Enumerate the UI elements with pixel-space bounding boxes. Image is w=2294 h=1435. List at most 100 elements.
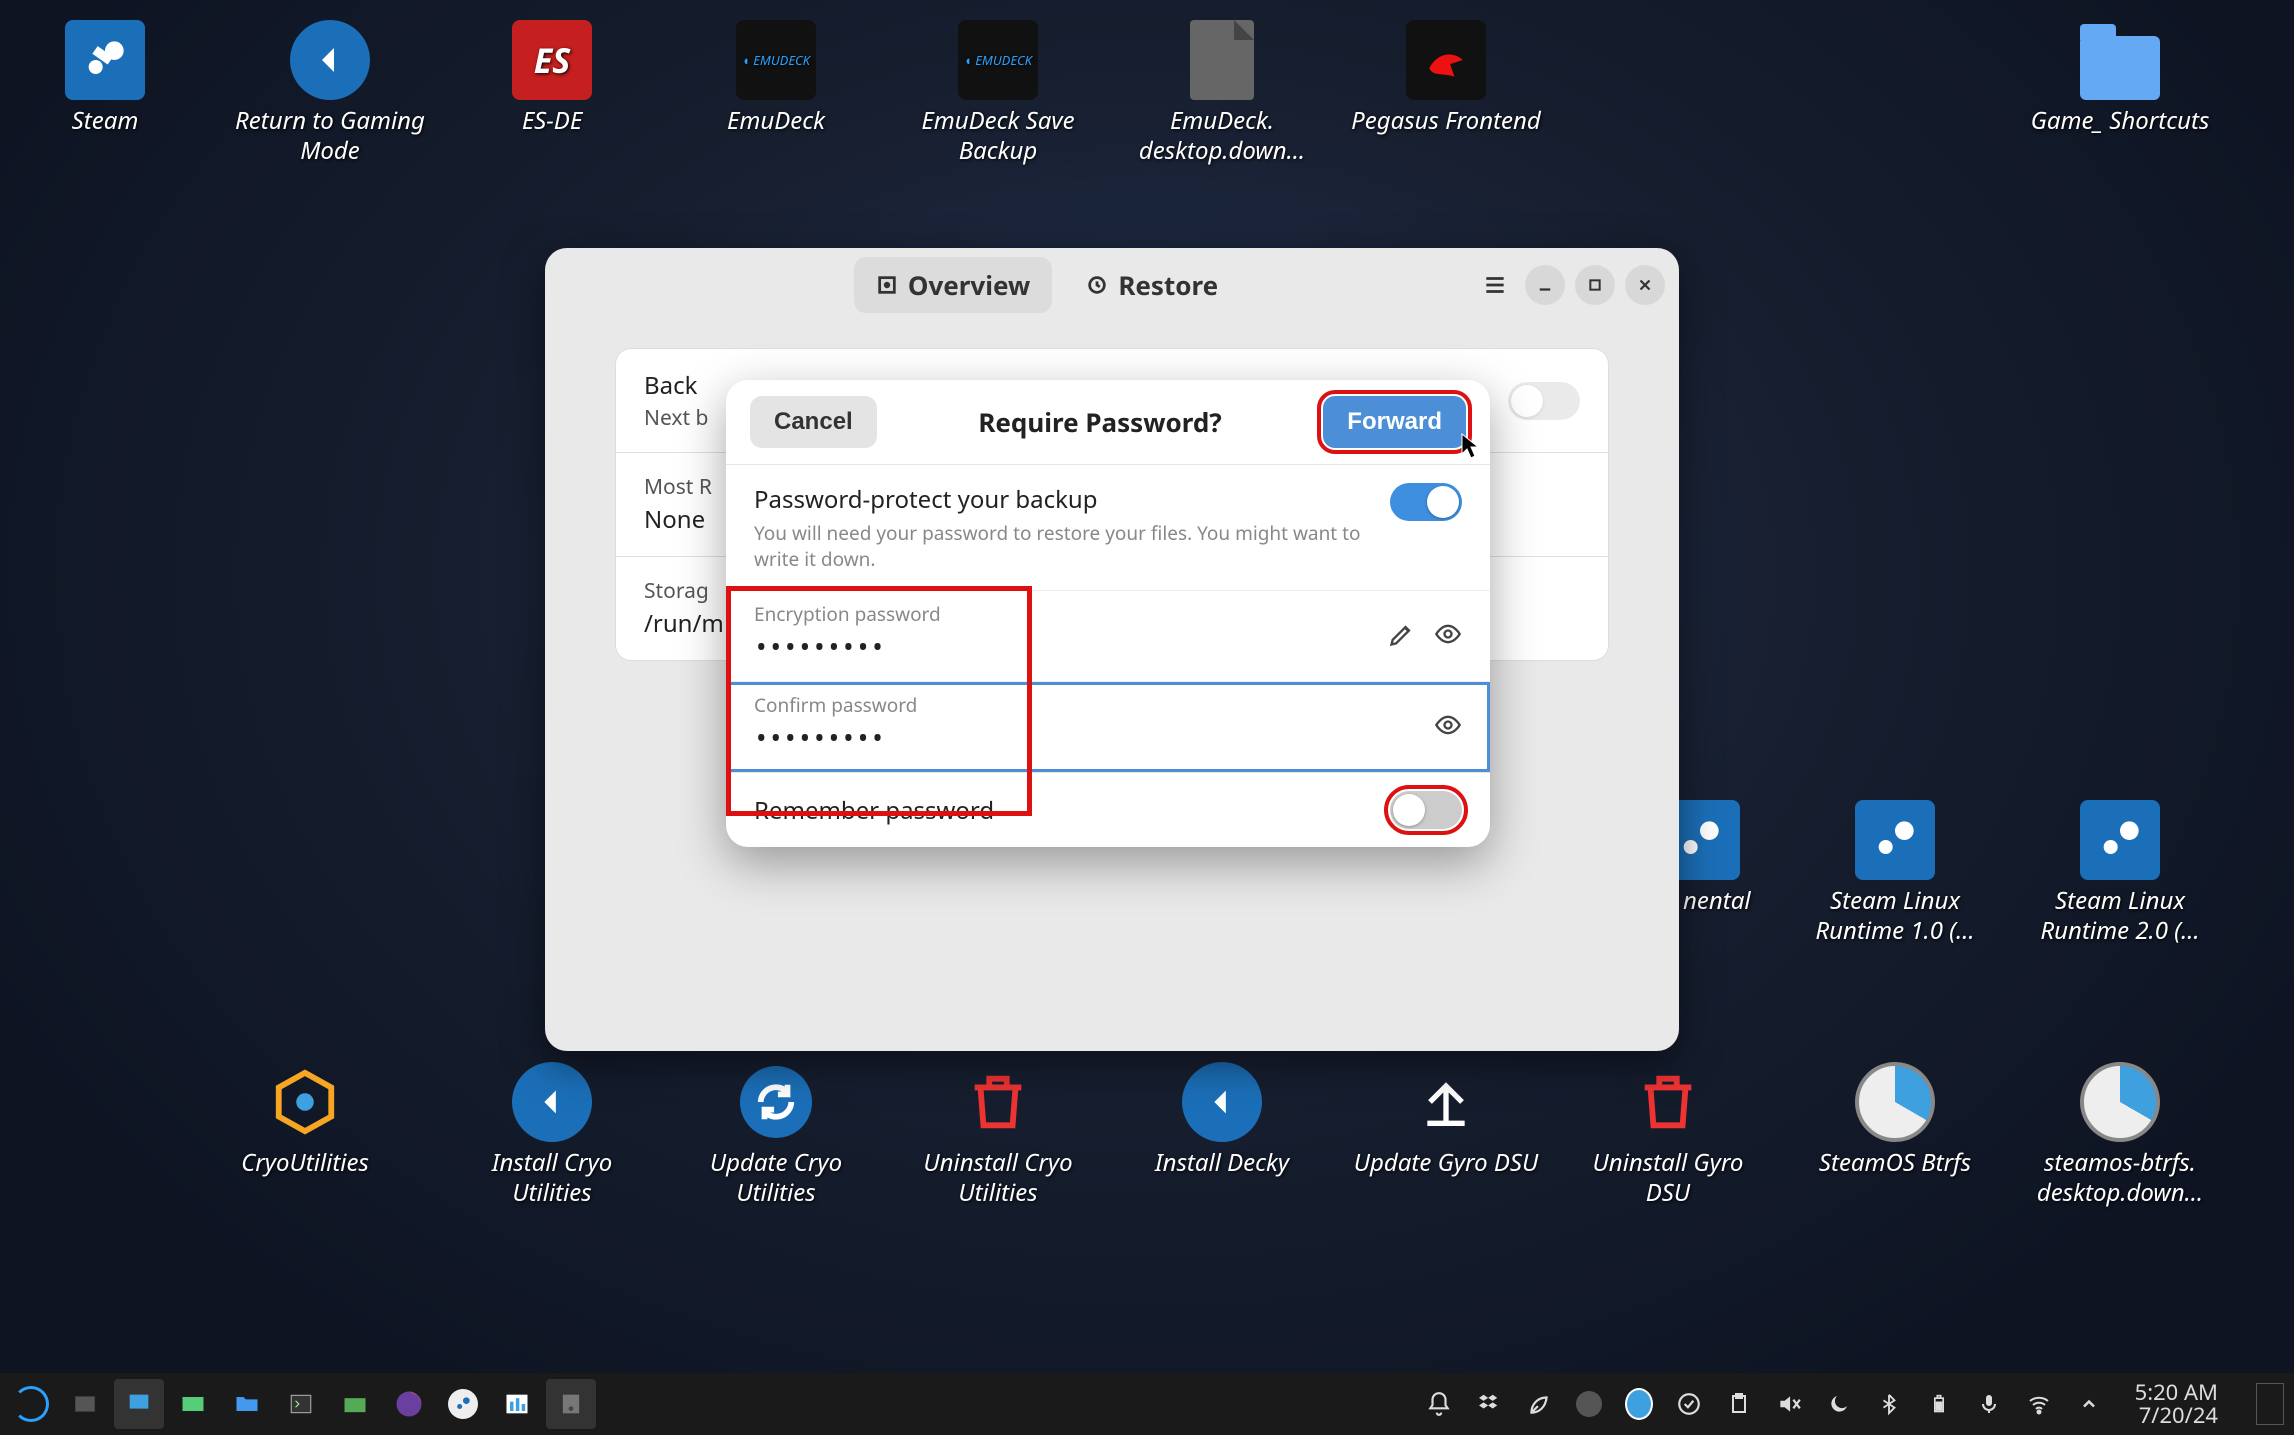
field-label: Encryption password (754, 601, 1370, 627)
desktop-icon-label: Steam Linux Runtime 1.0 (… (1795, 886, 1995, 946)
taskbar-app-backups[interactable] (546, 1379, 596, 1429)
minimize-button[interactable] (1525, 265, 1565, 305)
wifi-icon[interactable] (2025, 1390, 2053, 1418)
task-manager-icon[interactable] (60, 1379, 110, 1429)
document-icon (1182, 20, 1262, 100)
close-button[interactable] (1625, 265, 1665, 305)
app-launcher-button[interactable] (6, 1379, 56, 1429)
desktop-icon-update-gyro[interactable]: Update Gyro DSU (1346, 1062, 1546, 1178)
desktop-icon-steam-rt1[interactable]: Steam Linux Runtime 1.0 (… (1795, 800, 1995, 946)
titlebar: Overview Restore (545, 248, 1679, 322)
desktop-icon-label: CryoUtilities (241, 1148, 369, 1178)
desktop-icon-emudeck-download[interactable]: EmuDeck. desktop.down… (1122, 20, 1322, 166)
field-encryption-password[interactable]: Encryption password (726, 590, 1490, 681)
desktop-icon-emudeck[interactable]: ◖ EMUDECK EmuDeck (676, 20, 876, 136)
password-protect-toggle[interactable] (1390, 483, 1462, 521)
taskbar-app-partition[interactable] (168, 1379, 218, 1429)
backup-auto-toggle[interactable] (1508, 382, 1580, 420)
desktop-icon-pegasus[interactable]: Pegasus Frontend (1346, 20, 1546, 136)
tab-label: Restore (1118, 267, 1218, 303)
show-desktop-button[interactable] (2256, 1383, 2284, 1425)
steam-icon (65, 20, 145, 100)
clock[interactable]: 5:20 AM 7/20/24 (2125, 1381, 2228, 1427)
forward-button[interactable]: Forward (1323, 396, 1466, 448)
encryption-password-input[interactable] (754, 627, 1374, 667)
eye-icon[interactable] (1434, 620, 1462, 648)
desktop-icon-uninstall-gyro[interactable]: Uninstall Gyro DSU (1568, 1062, 1768, 1208)
row-value: /run/m (644, 607, 724, 640)
volume-muted-icon[interactable] (1775, 1390, 1803, 1418)
desktop-icon-steam[interactable]: Steam (5, 20, 205, 136)
maximize-button[interactable] (1575, 265, 1615, 305)
desktop-icon-label: Game_ Shortcuts (2031, 106, 2210, 136)
desktop-icon-game-shortcuts[interactable]: Game_ Shortcuts (2020, 20, 2220, 136)
taskbar-app-settings[interactable] (330, 1379, 380, 1429)
taskbar-app-steam[interactable] (438, 1379, 488, 1429)
battery-icon[interactable] (1925, 1390, 1953, 1418)
desktop-icon-esde[interactable]: ES ES-DE (452, 20, 652, 136)
return-icon (290, 20, 370, 100)
remember-password-toggle[interactable] (1390, 791, 1462, 829)
desktop-icon-steam-rt2[interactable]: Steam Linux Runtime 2.0 (… (2020, 800, 2220, 946)
microphone-icon[interactable] (1975, 1390, 2003, 1418)
taskbar: 5:20 AM 7/20/24 (0, 1373, 2294, 1435)
chevron-up-icon[interactable] (2075, 1390, 2103, 1418)
desktop-icon-label: EmuDeck (727, 106, 825, 136)
emudeck-icon: ◖ EMUDECK (736, 20, 816, 100)
desktop-icon-label: EmuDeck. desktop.down… (1122, 106, 1322, 166)
section-remember: Remember password (726, 772, 1490, 847)
remember-label: Remember password (754, 794, 994, 827)
steam-tray-icon[interactable] (1575, 1390, 1603, 1418)
field-label: Confirm password (754, 692, 1416, 718)
restore-icon (1086, 274, 1108, 296)
desktop-icon-label: Update Cryo Utilities (676, 1148, 876, 1208)
desktop-icon-label: Install Decky (1155, 1148, 1289, 1178)
compass-icon[interactable] (1625, 1390, 1653, 1418)
section-subtitle: You will need your password to restore y… (754, 520, 1370, 572)
desktop-icon-label: Steam Linux Runtime 2.0 (… (2020, 886, 2220, 946)
desktop-icon-uninstall-cryo[interactable]: Uninstall Cryo Utilities (898, 1062, 1098, 1208)
desktop-icon-steamos-btrfs[interactable]: SteamOS Btrfs (1795, 1062, 1995, 1178)
night-icon[interactable] (1825, 1390, 1853, 1418)
leaf-icon[interactable] (1525, 1390, 1553, 1418)
taskbar-app-monitor[interactable] (492, 1379, 542, 1429)
desktop-icon-label: SteamOS Btrfs (1819, 1148, 1971, 1178)
tab-label: Overview (908, 267, 1030, 303)
desktop-icon-label: Steam (72, 106, 139, 136)
desktop-icon-return-gaming[interactable]: Return to Gaming Mode (230, 20, 430, 166)
dropbox-icon[interactable] (1475, 1390, 1503, 1418)
steam-icon (1855, 800, 1935, 880)
desktop-icon-cryoutilities[interactable]: CryoUtilities (205, 1062, 405, 1178)
taskbar-app-terminal[interactable] (276, 1379, 326, 1429)
taskbar-app-firefox[interactable] (384, 1379, 434, 1429)
desktop-icon-update-cryo[interactable]: Update Cryo Utilities (676, 1062, 876, 1208)
update-icon[interactable] (1675, 1390, 1703, 1418)
desktop-icon-install-decky[interactable]: Install Decky (1122, 1062, 1322, 1178)
tab-restore[interactable]: Restore (1064, 257, 1240, 313)
bluetooth-icon[interactable] (1875, 1390, 1903, 1418)
confirm-password-input[interactable] (754, 718, 1420, 758)
trash-icon (1628, 1062, 1708, 1142)
hamburger-menu-button[interactable] (1475, 265, 1515, 305)
esde-icon: ES (512, 20, 592, 100)
row-label: Most R (644, 473, 712, 501)
tab-switcher: Overview Restore (631, 257, 1463, 313)
tab-overview[interactable]: Overview (854, 257, 1052, 313)
field-confirm-password[interactable]: Confirm password (726, 681, 1490, 772)
arrow-left-circle-icon (1182, 1062, 1262, 1142)
desktop-icon-label: steamos-btrfs. desktop.down… (2020, 1148, 2220, 1208)
desktop-icon-steamos-btrfs-down[interactable]: steamos-btrfs. desktop.down… (2020, 1062, 2220, 1208)
desktop-icon-install-cryo[interactable]: Install Cryo Utilities (452, 1062, 652, 1208)
taskbar-app-files[interactable] (222, 1379, 272, 1429)
pencil-icon[interactable] (1388, 620, 1416, 648)
desktop-icon-emudeck-save[interactable]: ◖ EMUDECK EmuDeck Save Backup (898, 20, 1098, 166)
cancel-button[interactable]: Cancel (750, 396, 877, 448)
taskbar-app-discover[interactable] (114, 1379, 164, 1429)
eye-icon[interactable] (1434, 711, 1462, 739)
desktop-icon-label: Return to Gaming Mode (230, 106, 430, 166)
clipboard-icon[interactable] (1725, 1390, 1753, 1418)
desktop-icon-label: Pegasus Frontend (1351, 106, 1541, 136)
row-value: None (644, 503, 712, 536)
notification-icon[interactable] (1425, 1390, 1453, 1418)
desktop-icon-label: ES-DE (522, 106, 582, 136)
